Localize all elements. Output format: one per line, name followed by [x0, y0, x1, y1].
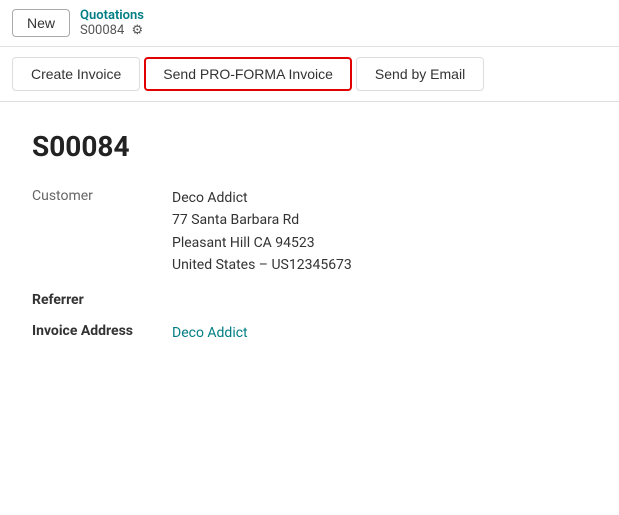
address-line3: United States – US12345673	[172, 254, 352, 276]
new-button[interactable]: New	[12, 9, 70, 37]
invoice-address-row: Invoice Address Deco Addict	[32, 322, 587, 344]
create-invoice-button[interactable]: Create Invoice	[12, 57, 140, 91]
document-id: S00084	[32, 130, 587, 163]
send-proforma-button[interactable]: Send PRO-FORMA Invoice	[144, 57, 352, 91]
customer-name[interactable]: Deco Addict	[172, 190, 248, 206]
breadcrumb-title[interactable]: Quotations	[80, 8, 144, 23]
breadcrumb-sub: S00084 ⚙	[80, 23, 144, 38]
address-line2: Pleasant Hill CA 94523	[172, 232, 352, 254]
referrer-row: Referrer	[32, 291, 587, 308]
customer-value: Deco Addict 77 Santa Barbara Rd Pleasant…	[172, 187, 352, 277]
customer-label: Customer	[32, 187, 172, 204]
address-line1: 77 Santa Barbara Rd	[172, 209, 352, 231]
send-email-button[interactable]: Send by Email	[356, 57, 484, 91]
invoice-address-value[interactable]: Deco Addict	[172, 322, 248, 344]
breadcrumb-area: Quotations S00084 ⚙	[80, 8, 144, 38]
invoice-address-label: Invoice Address	[32, 322, 172, 339]
top-bar: New Quotations S00084 ⚙	[0, 0, 619, 47]
action-bar: Create Invoice Send PRO-FORMA Invoice Se…	[0, 47, 619, 102]
gear-icon[interactable]: ⚙	[130, 24, 144, 38]
main-content: S00084 Customer Deco Addict 77 Santa Bar…	[0, 102, 619, 386]
breadcrumb-record-id: S00084	[80, 23, 124, 38]
referrer-label: Referrer	[32, 291, 172, 308]
customer-row: Customer Deco Addict 77 Santa Barbara Rd…	[32, 187, 587, 277]
